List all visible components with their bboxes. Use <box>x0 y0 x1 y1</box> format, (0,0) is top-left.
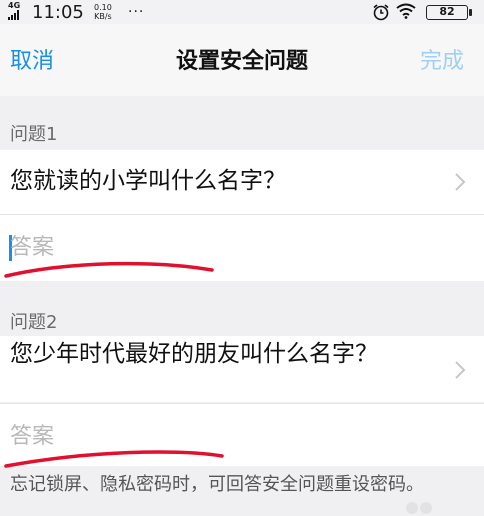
hint-text: 忘记锁屏、隐私密码时，可回答安全问题重设密码。 <box>10 474 424 495</box>
battery-icon: 82 <box>426 3 472 21</box>
watermark-logo <box>406 502 432 514</box>
page-title: 设置安全问题 <box>175 49 308 74</box>
signal-icon <box>8 10 22 20</box>
battery-level: 82 <box>426 5 468 20</box>
speed-unit: KB/s <box>94 12 112 21</box>
question-2-selector[interactable]: 您少年时代最好的朋友叫什么名字？ <box>0 336 484 402</box>
question-1-selector[interactable]: 您就读的小学叫什么名字？ <box>0 150 484 214</box>
status-bar: 4G 11:05 0.10 KB/s ··· 82 <box>0 0 484 24</box>
speed-value: 0.10 <box>94 3 112 12</box>
answer-1-input[interactable] <box>10 233 430 263</box>
question-2-text: 您少年时代最好的朋友叫什么名字？ <box>10 341 378 367</box>
question-1-text: 您就读的小学叫什么名字？ <box>10 168 286 194</box>
question-1-label: 问题1 <box>10 124 58 145</box>
answer-2-row <box>0 404 484 466</box>
done-button[interactable]: 完成 <box>420 48 464 76</box>
chevron-right-icon <box>455 173 466 191</box>
more-notifications-icon: ··· <box>128 4 145 20</box>
alarm-icon <box>373 4 389 21</box>
network-type: 4G <box>8 1 21 10</box>
question-2-label: 问题2 <box>10 312 58 333</box>
chevron-right-icon <box>455 361 466 379</box>
answer-2-input[interactable] <box>10 422 430 452</box>
answer-1-row <box>0 215 484 281</box>
wifi-icon <box>396 3 416 19</box>
network-speed: 0.10 KB/s <box>94 3 112 21</box>
clock: 11:05 <box>32 2 84 23</box>
nav-bar: 设置安全问题 取消 完成 <box>0 24 484 96</box>
cancel-button[interactable]: 取消 <box>10 48 54 76</box>
